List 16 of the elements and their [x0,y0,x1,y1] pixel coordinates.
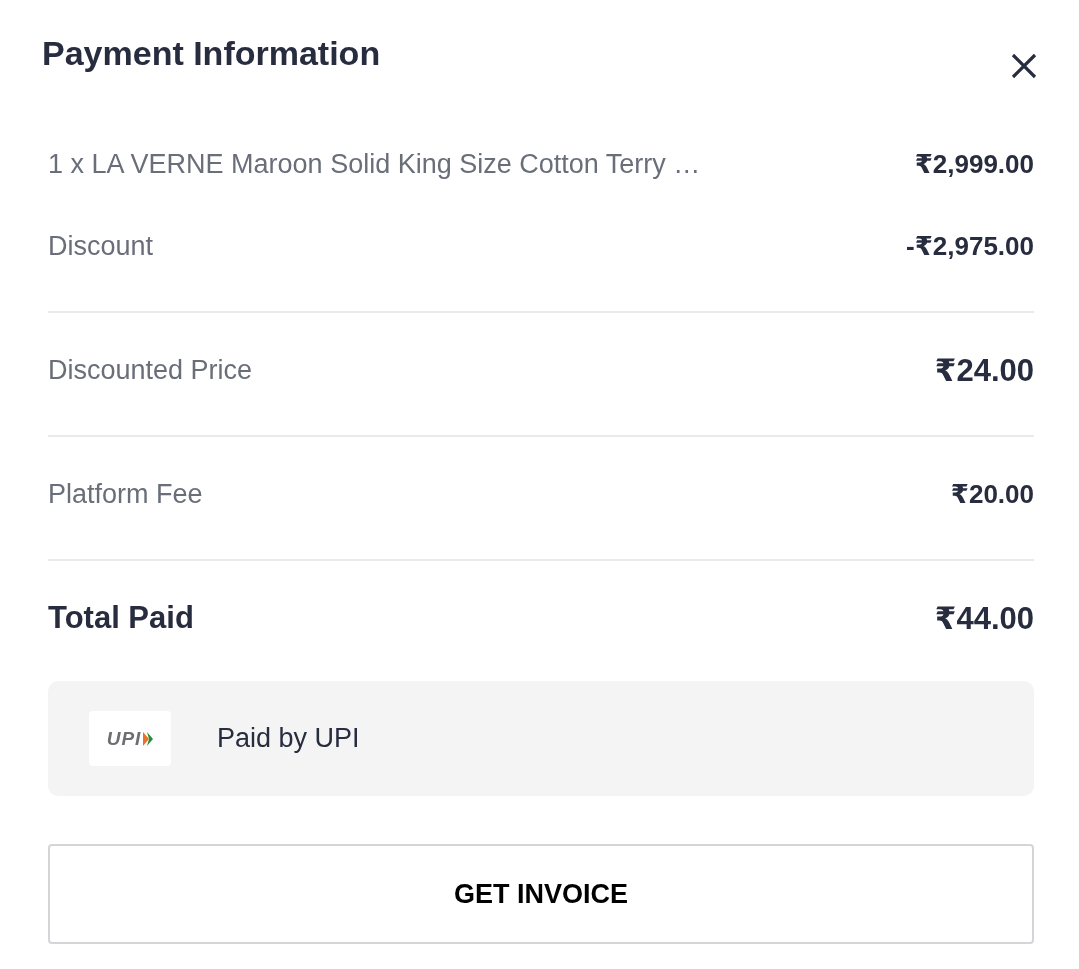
row-label: Total Paid [48,600,194,636]
get-invoice-button[interactable]: GET INVOICE [48,844,1034,944]
row-amount: ₹24.00 [934,351,1034,389]
row-label: Discount [48,230,154,262]
payment-method-label: Paid by UPI [217,723,360,754]
row-label: Discounted Price [48,354,253,386]
row-amount: ₹44.00 [934,599,1034,637]
dialog-title: Payment Information [42,33,381,74]
row-amount: ₹2,999.00 [914,148,1034,180]
row-label: Platform Fee [48,478,203,510]
row-amount: ₹20.00 [950,478,1034,510]
close-icon [1011,53,1037,79]
logo-text: UPI [106,729,142,748]
arrow-icon [143,731,154,746]
row-label: 1 x LA VERNE Maroon Solid King Size Cotton Terry … [48,148,701,180]
row-amount: -₹2,975.00 [906,230,1034,262]
